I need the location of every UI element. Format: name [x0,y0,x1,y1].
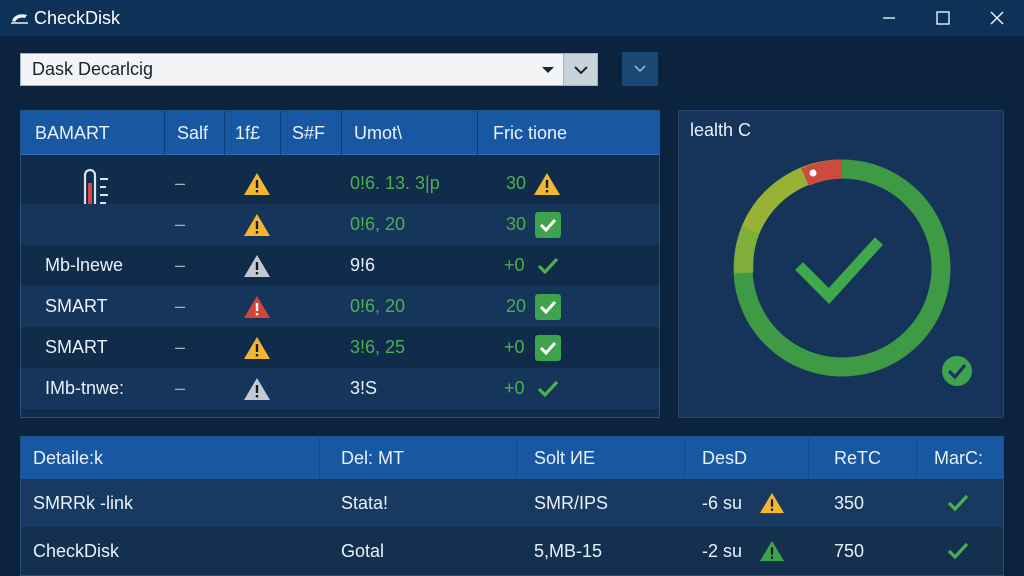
detail-solt: 5,MB-15 [534,541,603,561]
row-result: 30 [506,214,527,234]
row-value: 0!6, 20 [350,214,406,234]
table-row[interactable]: SMART – 0!6, 20 20 [21,286,659,327]
column-header[interactable]: Solt ИE [534,437,595,479]
row-dash: – [175,296,186,316]
column-header[interactable]: Detaile:k [33,437,103,479]
column-header[interactable]: S#F [292,111,325,155]
title-bar: CheckDisk [0,0,1024,36]
row-dash: – [175,255,186,275]
details-table-header: Detaile:k Del: MT Solt ИE DesD ReTC MarC… [21,437,1003,479]
column-header[interactable]: Umot\ [354,111,402,155]
smart-table: BAMART Salf 1f£ S#F Umot\ Fric tione – 0… [20,110,660,418]
detail-name: SMRRk -link [33,493,134,513]
maximize-icon [935,10,951,26]
row-dash: – [175,173,186,193]
health-ring-check-icon [727,153,957,388]
row-result: +0 [504,337,525,357]
minimize-button[interactable] [862,0,916,36]
warning-yellow-icon [243,335,271,361]
check-box-icon [535,335,561,361]
column-header[interactable]: 1f£ [235,111,260,155]
disk-select[interactable]: Dask Decarlcig [20,53,598,86]
warning-gray-icon [243,376,271,402]
maximize-button[interactable] [916,0,970,36]
row-name: SMART [45,337,108,357]
table-row[interactable]: – 0!6, 20 30 [21,204,659,245]
table-row[interactable]: SMRRk -link Stata! SMR/IPS -6 su 350 [21,479,1003,527]
row-dash: – [175,214,186,234]
column-header[interactable]: BAMART [35,111,110,155]
details-table: Detaile:k Del: MT Solt ИE DesD ReTC MarC… [20,436,1004,576]
detail-del: Gotal [341,541,385,561]
row-name: Mb-lnewe [45,255,124,275]
health-panel: lealth C [678,110,1004,418]
row-value: 9!6 [350,255,376,275]
check-icon [535,376,561,402]
table-row[interactable]: Mb-lnewe – 9!6 +0 [21,245,659,286]
column-header[interactable]: Salf [177,111,208,155]
row-value: 0!6. 13. 3|p [350,173,440,193]
secondary-dropdown-button[interactable] [622,52,658,86]
column-header[interactable]: Del: MT [341,437,404,479]
warning-green-icon [759,538,785,564]
detail-des: -2 su [702,541,743,561]
check-icon [535,253,561,279]
row-value: 0!6, 20 [350,296,406,316]
row-result: +0 [504,378,525,398]
check-circle-icon [941,355,973,392]
chevron-down-icon [633,60,647,78]
chevron-down-icon [533,54,563,85]
detail-ret: 350 [834,493,865,513]
column-header[interactable]: MarC: [934,437,983,479]
detail-del: Stata! [341,493,389,513]
row-result: 30 [506,173,527,193]
detail-solt: SMR/IPS [534,493,609,513]
warning-red-icon [243,294,271,320]
warning-yellow-icon [243,171,271,197]
row-value: 3!S [350,378,378,398]
warning-gray-icon [243,253,271,279]
column-header[interactable]: Fric tione [493,111,567,155]
table-row[interactable]: IMb-tnwe: – 3!S +0 [21,368,659,409]
minimize-icon [881,10,897,26]
table-row[interactable]: – 0!6. 13. 3|p 30 [21,163,659,230]
row-result: 20 [506,296,527,316]
table-row[interactable]: CheckDisk Gotal 5,MB-15 -2 su 750 [21,527,1003,575]
detail-ret: 750 [834,541,865,561]
row-result: +0 [504,255,525,275]
disk-select-value: Dask Decarlcig [32,59,154,79]
row-dash: – [175,337,186,357]
column-header[interactable]: DesD [702,437,747,479]
check-box-icon [535,294,561,320]
warning-yellow-icon [243,212,271,238]
check-icon [945,490,971,516]
row-dash: – [175,378,186,398]
check-icon [945,538,971,564]
check-box-icon [535,212,561,238]
close-icon [989,10,1005,26]
row-name: SMART [45,296,108,316]
close-button[interactable] [970,0,1024,36]
dropdown-button[interactable] [563,54,597,85]
window-title: CheckDisk [34,7,121,28]
row-name: IMb-tnwe: [45,378,125,398]
detail-des: -6 su [702,493,743,513]
disk-app-icon [10,10,30,26]
column-header[interactable]: ReTC [834,437,881,479]
detail-name: CheckDisk [33,541,120,561]
health-title: lealth C [690,120,752,140]
warning-yellow-icon [759,490,785,516]
warning-yellow-icon [533,171,561,197]
table-row[interactable]: SMART – 3!6, 25 +0 [21,327,659,368]
smart-table-header: BAMART Salf 1f£ S#F Umot\ Fric tione [21,111,659,155]
row-value: 3!6, 25 [350,337,406,357]
